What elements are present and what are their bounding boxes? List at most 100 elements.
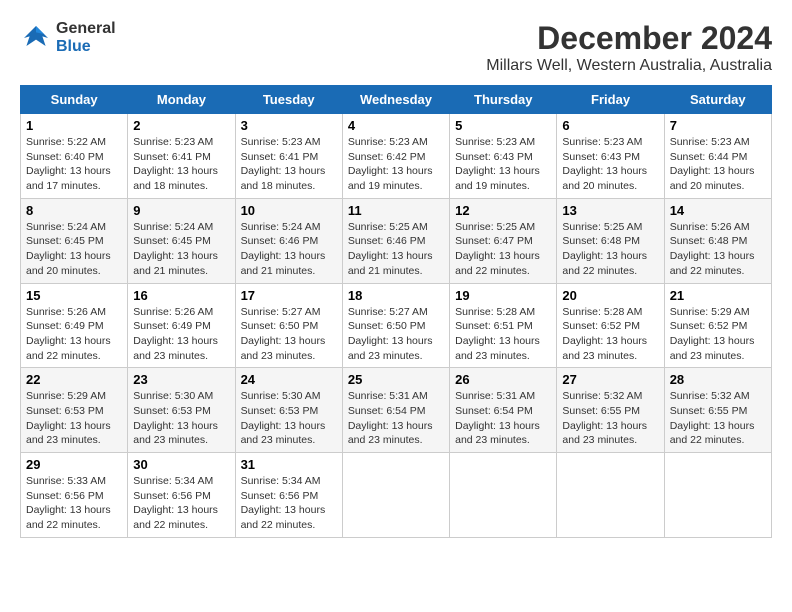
calendar-day-cell: 16 Sunrise: 5:26 AM Sunset: 6:49 PM Dayl… (128, 283, 235, 368)
day-number: 9 (133, 203, 229, 218)
calendar-day-cell: 23 Sunrise: 5:30 AM Sunset: 6:53 PM Dayl… (128, 368, 235, 453)
day-info: Sunrise: 5:23 AM Sunset: 6:43 PM Dayligh… (455, 135, 551, 194)
day-number: 24 (241, 372, 337, 387)
calendar-day-cell: 9 Sunrise: 5:24 AM Sunset: 6:45 PM Dayli… (128, 198, 235, 283)
calendar-day-cell: 28 Sunrise: 5:32 AM Sunset: 6:55 PM Dayl… (664, 368, 771, 453)
calendar-day-cell: 20 Sunrise: 5:28 AM Sunset: 6:52 PM Dayl… (557, 283, 664, 368)
day-info: Sunrise: 5:22 AM Sunset: 6:40 PM Dayligh… (26, 135, 122, 194)
calendar-day-cell: 7 Sunrise: 5:23 AM Sunset: 6:44 PM Dayli… (664, 114, 771, 199)
calendar-week-row: 15 Sunrise: 5:26 AM Sunset: 6:49 PM Dayl… (21, 283, 772, 368)
calendar-day-header: Friday (557, 86, 664, 114)
calendar-day-cell: 27 Sunrise: 5:32 AM Sunset: 6:55 PM Dayl… (557, 368, 664, 453)
day-info: Sunrise: 5:33 AM Sunset: 6:56 PM Dayligh… (26, 474, 122, 533)
day-number: 2 (133, 118, 229, 133)
day-number: 25 (348, 372, 444, 387)
day-info: Sunrise: 5:30 AM Sunset: 6:53 PM Dayligh… (133, 389, 229, 448)
day-number: 20 (562, 288, 658, 303)
day-info: Sunrise: 5:26 AM Sunset: 6:49 PM Dayligh… (133, 305, 229, 364)
calendar-week-row: 22 Sunrise: 5:29 AM Sunset: 6:53 PM Dayl… (21, 368, 772, 453)
day-number: 26 (455, 372, 551, 387)
day-info: Sunrise: 5:34 AM Sunset: 6:56 PM Dayligh… (241, 474, 337, 533)
day-number: 3 (241, 118, 337, 133)
day-info: Sunrise: 5:26 AM Sunset: 6:48 PM Dayligh… (670, 220, 766, 279)
day-number: 10 (241, 203, 337, 218)
page-subtitle: Millars Well, Western Australia, Austral… (486, 57, 772, 75)
day-info: Sunrise: 5:29 AM Sunset: 6:52 PM Dayligh… (670, 305, 766, 364)
calendar-header-row: SundayMondayTuesdayWednesdayThursdayFrid… (21, 86, 772, 114)
calendar-day-cell: 17 Sunrise: 5:27 AM Sunset: 6:50 PM Dayl… (235, 283, 342, 368)
calendar-day-cell: 8 Sunrise: 5:24 AM Sunset: 6:45 PM Dayli… (21, 198, 128, 283)
day-number: 7 (670, 118, 766, 133)
calendar-day-cell: 1 Sunrise: 5:22 AM Sunset: 6:40 PM Dayli… (21, 114, 128, 199)
calendar-day-cell: 6 Sunrise: 5:23 AM Sunset: 6:43 PM Dayli… (557, 114, 664, 199)
day-number: 6 (562, 118, 658, 133)
day-number: 28 (670, 372, 766, 387)
calendar-day-cell (450, 453, 557, 538)
day-number: 27 (562, 372, 658, 387)
day-number: 21 (670, 288, 766, 303)
day-info: Sunrise: 5:32 AM Sunset: 6:55 PM Dayligh… (562, 389, 658, 448)
logo-icon (20, 22, 52, 54)
calendar-day-cell: 11 Sunrise: 5:25 AM Sunset: 6:46 PM Dayl… (342, 198, 449, 283)
day-number: 16 (133, 288, 229, 303)
calendar-week-row: 1 Sunrise: 5:22 AM Sunset: 6:40 PM Dayli… (21, 114, 772, 199)
day-number: 11 (348, 203, 444, 218)
calendar-day-header: Monday (128, 86, 235, 114)
calendar-day-cell: 24 Sunrise: 5:30 AM Sunset: 6:53 PM Dayl… (235, 368, 342, 453)
day-number: 14 (670, 203, 766, 218)
calendar-day-cell: 25 Sunrise: 5:31 AM Sunset: 6:54 PM Dayl… (342, 368, 449, 453)
calendar-day-header: Saturday (664, 86, 771, 114)
day-number: 1 (26, 118, 122, 133)
calendar-day-cell: 26 Sunrise: 5:31 AM Sunset: 6:54 PM Dayl… (450, 368, 557, 453)
day-number: 5 (455, 118, 551, 133)
calendar-day-cell: 4 Sunrise: 5:23 AM Sunset: 6:42 PM Dayli… (342, 114, 449, 199)
logo: General Blue (20, 20, 116, 56)
day-info: Sunrise: 5:25 AM Sunset: 6:47 PM Dayligh… (455, 220, 551, 279)
day-info: Sunrise: 5:28 AM Sunset: 6:51 PM Dayligh… (455, 305, 551, 364)
day-info: Sunrise: 5:23 AM Sunset: 6:43 PM Dayligh… (562, 135, 658, 194)
day-info: Sunrise: 5:23 AM Sunset: 6:41 PM Dayligh… (241, 135, 337, 194)
calendar-day-header: Wednesday (342, 86, 449, 114)
day-info: Sunrise: 5:23 AM Sunset: 6:42 PM Dayligh… (348, 135, 444, 194)
day-info: Sunrise: 5:31 AM Sunset: 6:54 PM Dayligh… (455, 389, 551, 448)
day-info: Sunrise: 5:24 AM Sunset: 6:46 PM Dayligh… (241, 220, 337, 279)
calendar-day-cell: 10 Sunrise: 5:24 AM Sunset: 6:46 PM Dayl… (235, 198, 342, 283)
day-number: 30 (133, 457, 229, 472)
calendar-day-cell: 15 Sunrise: 5:26 AM Sunset: 6:49 PM Dayl… (21, 283, 128, 368)
day-number: 8 (26, 203, 122, 218)
calendar-day-cell: 13 Sunrise: 5:25 AM Sunset: 6:48 PM Dayl… (557, 198, 664, 283)
day-number: 23 (133, 372, 229, 387)
calendar-day-cell: 5 Sunrise: 5:23 AM Sunset: 6:43 PM Dayli… (450, 114, 557, 199)
day-number: 29 (26, 457, 122, 472)
day-info: Sunrise: 5:28 AM Sunset: 6:52 PM Dayligh… (562, 305, 658, 364)
day-number: 19 (455, 288, 551, 303)
day-info: Sunrise: 5:23 AM Sunset: 6:41 PM Dayligh… (133, 135, 229, 194)
day-info: Sunrise: 5:27 AM Sunset: 6:50 PM Dayligh… (348, 305, 444, 364)
header: General Blue December 2024 Millars Well,… (20, 20, 772, 75)
day-number: 13 (562, 203, 658, 218)
calendar-table: SundayMondayTuesdayWednesdayThursdayFrid… (20, 85, 772, 538)
calendar-day-cell (342, 453, 449, 538)
day-info: Sunrise: 5:30 AM Sunset: 6:53 PM Dayligh… (241, 389, 337, 448)
day-info: Sunrise: 5:26 AM Sunset: 6:49 PM Dayligh… (26, 305, 122, 364)
day-number: 12 (455, 203, 551, 218)
day-info: Sunrise: 5:24 AM Sunset: 6:45 PM Dayligh… (133, 220, 229, 279)
day-number: 4 (348, 118, 444, 133)
day-info: Sunrise: 5:29 AM Sunset: 6:53 PM Dayligh… (26, 389, 122, 448)
day-info: Sunrise: 5:24 AM Sunset: 6:45 PM Dayligh… (26, 220, 122, 279)
calendar-day-cell: 21 Sunrise: 5:29 AM Sunset: 6:52 PM Dayl… (664, 283, 771, 368)
calendar-day-header: Thursday (450, 86, 557, 114)
day-info: Sunrise: 5:25 AM Sunset: 6:48 PM Dayligh… (562, 220, 658, 279)
day-info: Sunrise: 5:34 AM Sunset: 6:56 PM Dayligh… (133, 474, 229, 533)
calendar-week-row: 8 Sunrise: 5:24 AM Sunset: 6:45 PM Dayli… (21, 198, 772, 283)
calendar-day-cell: 14 Sunrise: 5:26 AM Sunset: 6:48 PM Dayl… (664, 198, 771, 283)
calendar-day-cell: 12 Sunrise: 5:25 AM Sunset: 6:47 PM Dayl… (450, 198, 557, 283)
day-number: 17 (241, 288, 337, 303)
day-info: Sunrise: 5:32 AM Sunset: 6:55 PM Dayligh… (670, 389, 766, 448)
day-info: Sunrise: 5:23 AM Sunset: 6:44 PM Dayligh… (670, 135, 766, 194)
calendar-day-cell (664, 453, 771, 538)
day-number: 18 (348, 288, 444, 303)
calendar-day-header: Tuesday (235, 86, 342, 114)
calendar-day-cell: 30 Sunrise: 5:34 AM Sunset: 6:56 PM Dayl… (128, 453, 235, 538)
day-number: 31 (241, 457, 337, 472)
